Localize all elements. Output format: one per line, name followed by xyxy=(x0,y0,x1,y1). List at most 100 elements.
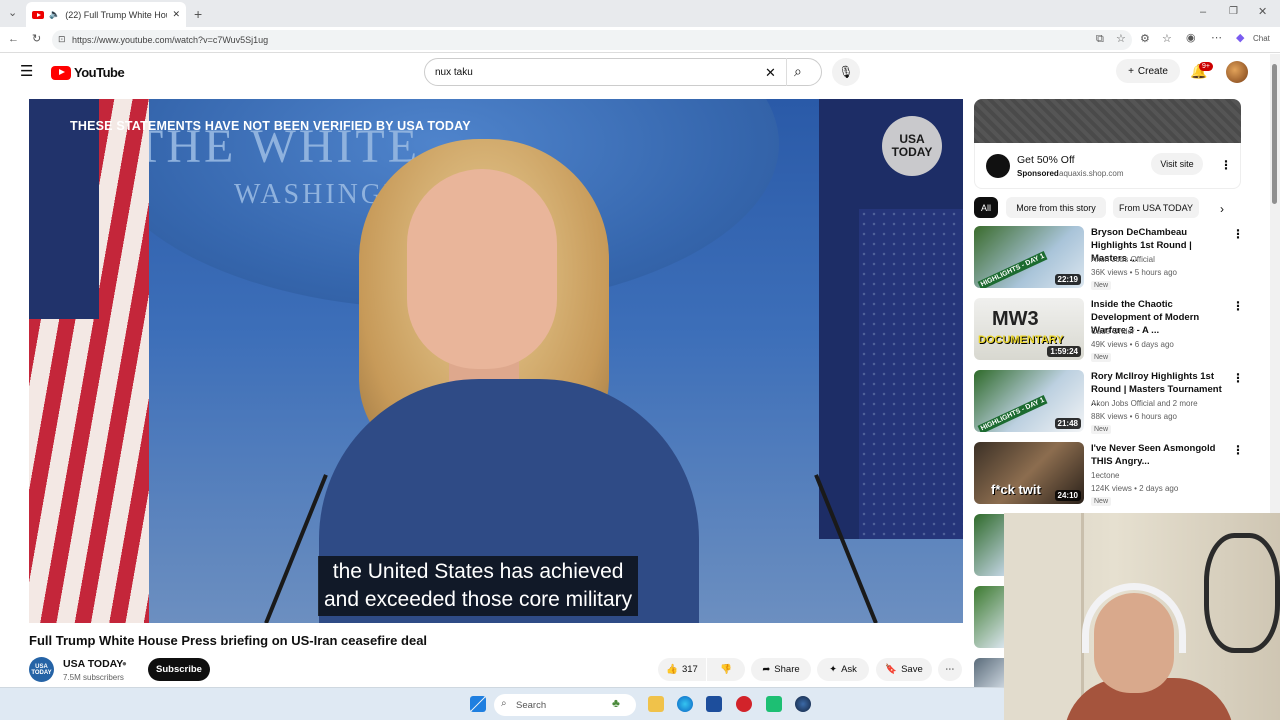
thumbnail-text: HIGHLIGHTS - DAY 1 xyxy=(977,394,1048,432)
recommendation-item[interactable]: HIGHLIGHTS - DAY 1 21:48 Rory McIlroy Hi… xyxy=(974,370,1244,434)
reload-icon[interactable]: ↻ xyxy=(32,34,41,45)
caption-line-2: and exceeded those core military xyxy=(324,588,633,611)
recommendation-menu-icon[interactable]: ⋮ xyxy=(1232,228,1244,240)
recommendation-channel[interactable]: 1ectone xyxy=(1091,471,1119,480)
search-input[interactable]: nux taku ✕ xyxy=(424,58,822,86)
like-button[interactable]: 👍 317 xyxy=(658,658,706,681)
chip-from-usa-today[interactable]: From USA TODAY xyxy=(1113,197,1199,218)
ad-banner-image[interactable] xyxy=(974,99,1241,143)
thumbnail-text: DOCUMENTARY xyxy=(978,334,1064,346)
profile-extension-icon[interactable]: ◉ xyxy=(1186,33,1196,44)
new-tab-icon[interactable]: + xyxy=(194,7,202,21)
channel-avatar[interactable]: USA TODAY xyxy=(29,657,54,682)
bookmark-icon: 🔖 xyxy=(885,664,898,675)
chat-app-icon[interactable] xyxy=(766,696,782,712)
hamburger-menu-icon[interactable]: ☰ xyxy=(20,64,33,79)
youtube-favicon-icon xyxy=(32,10,44,19)
favorites-icon[interactable]: ☆ xyxy=(1162,34,1172,45)
verified-badge-icon: ● xyxy=(122,659,127,668)
page-scrollbar[interactable] xyxy=(1270,54,1280,514)
video-thumbnail[interactable] xyxy=(974,586,1004,648)
browser-tab-bar: ⌄ 🔈 (22) Full Trump White House P ✕ + – … xyxy=(0,0,1280,27)
share-icon: ➦ xyxy=(762,664,771,675)
chip-all[interactable]: All xyxy=(974,197,998,218)
minimize-icon[interactable]: – xyxy=(1200,7,1206,18)
recommendation-channel[interactable]: Akon Jobs Official xyxy=(1091,255,1155,264)
webcam-exercise-bike xyxy=(1204,533,1280,653)
file-explorer-icon[interactable] xyxy=(648,696,664,712)
clear-search-icon[interactable]: ✕ xyxy=(765,66,776,79)
recommendation-meta: 124K views • 2 days ago xyxy=(1091,484,1179,493)
voice-search-button[interactable]: 🎙 xyxy=(832,58,860,86)
youtube-logo[interactable]: YouTube xyxy=(51,65,125,80)
search-icon[interactable]: ⌕ xyxy=(794,64,802,78)
close-tab-icon[interactable]: ✕ xyxy=(172,9,180,20)
speaker-face xyxy=(407,169,557,369)
video-duration: 1:59:24 xyxy=(1047,346,1081,357)
more-menu-icon[interactable]: ⋯ xyxy=(1211,33,1222,44)
more-actions-button[interactable]: ⋯ xyxy=(938,658,962,681)
browser-tab[interactable]: 🔈 (22) Full Trump White House P ✕ xyxy=(26,2,186,27)
tab-title: (22) Full Trump White House P xyxy=(65,9,167,20)
scrollbar-thumb[interactable] xyxy=(1272,64,1277,204)
create-button[interactable]: + Create xyxy=(1116,59,1180,83)
share-button[interactable]: ➦ Share xyxy=(751,658,811,681)
edge-browser-icon[interactable] xyxy=(677,696,693,712)
restore-icon[interactable]: ❐ xyxy=(1229,7,1238,17)
favorite-star-icon[interactable]: ☆ xyxy=(1116,34,1126,45)
back-icon[interactable]: ← xyxy=(8,34,19,45)
steam-icon[interactable] xyxy=(795,696,811,712)
ask-button[interactable]: ✦ Ask xyxy=(817,658,869,681)
new-badge: New xyxy=(1091,281,1112,290)
url-field[interactable]: ⊡ https://www.youtube.com/watch?v=c7Wuv5… xyxy=(52,30,1132,50)
save-button[interactable]: 🔖 Save xyxy=(876,658,932,681)
video-thumbnail[interactable]: HIGHLIGHTS - DAY 1 21:48 xyxy=(974,370,1084,432)
dislike-button[interactable]: 👎 xyxy=(707,658,745,681)
recommendation-channel[interactable]: Akon Jobs Official and 2 more xyxy=(1091,399,1198,408)
recommendation-channel[interactable]: Cade Onder xyxy=(1091,327,1135,336)
video-thumbnail[interactable]: HIGHLIGHTS - DAY 1 22:19 xyxy=(974,226,1084,288)
recommendation-menu-icon[interactable]: ⋮ xyxy=(1232,300,1244,312)
recommendation-item[interactable]: MW3 DOCUMENTARY 1:59:24 Inside the Chaot… xyxy=(974,298,1244,362)
recommendation-item[interactable]: HIGHLIGHTS - DAY 1 22:19 Bryson DeChambe… xyxy=(974,226,1244,290)
video-thumbnail[interactable] xyxy=(974,514,1004,576)
thumbs-down-icon: 👎 xyxy=(720,664,732,675)
video-thumbnail[interactable]: f*ck twit 24:10 xyxy=(974,442,1084,504)
site-info-icon[interactable]: ⊡ xyxy=(58,35,66,44)
close-window-icon[interactable]: ✕ xyxy=(1258,7,1267,18)
app-available-icon[interactable]: ⧉ xyxy=(1096,34,1104,45)
subscribe-button[interactable]: Subscribe xyxy=(148,658,210,681)
taskbar-search-input[interactable]: ⌕ Search ♣ xyxy=(494,694,636,716)
chat-label[interactable]: Chat xyxy=(1253,35,1270,43)
recommendation-menu-icon[interactable]: ⋮ xyxy=(1232,444,1244,456)
more-horizontal-icon: ⋯ xyxy=(945,664,955,675)
chevron-right-icon[interactable]: › xyxy=(1220,203,1224,215)
video-thumbnail[interactable] xyxy=(974,658,1004,687)
ad-menu-icon[interactable]: ⋮ xyxy=(1220,159,1232,171)
notification-badge: 9+ xyxy=(1199,62,1213,71)
game-launcher-icon[interactable] xyxy=(736,696,752,712)
channel-name[interactable]: USA TODAY xyxy=(63,658,123,670)
new-badge: New xyxy=(1091,497,1112,506)
video-thumbnail[interactable]: MW3 DOCUMENTARY 1:59:24 xyxy=(974,298,1084,360)
ad-title[interactable]: Get 50% Off xyxy=(1017,154,1075,166)
windows-start-icon[interactable] xyxy=(470,696,486,712)
subscriber-count: 7.5M subscribers xyxy=(63,673,124,682)
tab-list-icon[interactable]: ⌄ xyxy=(8,8,17,19)
copilot-icon[interactable]: ◆ xyxy=(1236,33,1244,44)
video-duration: 21:48 xyxy=(1054,418,1081,429)
recommendation-item[interactable]: f*ck twit 24:10 I've Never Seen Asmongol… xyxy=(974,442,1244,506)
recommendation-menu-icon[interactable]: ⋮ xyxy=(1232,372,1244,384)
chip-more-from-story[interactable]: More from this story xyxy=(1006,197,1106,218)
store-icon[interactable] xyxy=(706,696,722,712)
video-player[interactable]: THE WHITE WASHINGTON USA TODAY THESE STA… xyxy=(29,99,963,623)
recommendation-meta: 36K views • 5 hours ago xyxy=(1091,268,1177,277)
recommendation-meta: 88K views • 6 hours ago xyxy=(1091,412,1177,421)
search-divider xyxy=(786,58,787,86)
ad-logo[interactable] xyxy=(986,154,1010,178)
account-avatar[interactable] xyxy=(1226,61,1248,83)
extension-icon[interactable]: ⚙ xyxy=(1140,34,1150,45)
visit-site-button[interactable]: Visit site xyxy=(1151,153,1203,175)
recommendation-title[interactable]: I've Never Seen Asmongold THIS Angry... xyxy=(1091,442,1226,468)
speaker-icon[interactable]: 🔈 xyxy=(49,9,60,20)
